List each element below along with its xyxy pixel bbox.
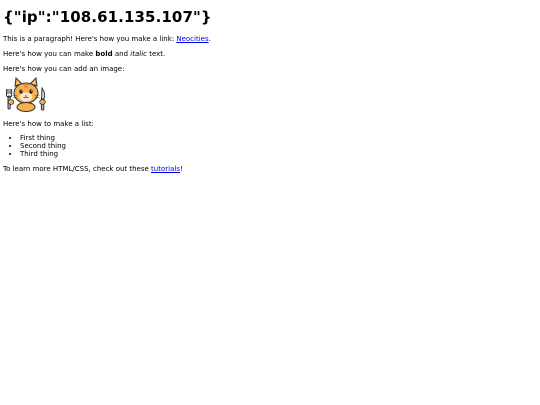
intro-paragraph: This is a paragraph! Here's how you make… [3,35,537,43]
neocities-cat-icon [6,76,46,112]
sample-list: First thing Second thing Third thing [3,134,537,158]
image-intro: Here's how you can add an image: [3,65,125,73]
format-suffix: text. [146,50,166,58]
neocities-link[interactable]: Neocities [176,35,208,43]
outro-text: To learn more HTML/CSS, check out these [3,165,152,173]
bold-text: bold [95,50,113,58]
page-heading: {"ip":"108.61.135.107"} [3,8,212,26]
list-intro: Here's how to make a list: [3,120,94,128]
format-and: and [112,50,131,58]
list-item: Second thing [20,142,537,150]
page-content: {"ip":"108.61.135.107"} This is a paragr… [0,8,540,173]
outro-paragraph: To learn more HTML/CSS, check out these … [3,165,537,173]
list-item: First thing [20,134,537,142]
tutorials-link[interactable]: tutorials [151,165,180,173]
intro-suffix: . [208,35,211,43]
italic-text: italic [130,50,147,58]
outro-suffix: ! [179,165,183,173]
list-item: Third thing [20,150,537,158]
cat-image [4,76,537,116]
intro-text: This is a paragraph! Here's how you make… [3,35,177,43]
format-text: Here's how you can make [3,50,96,58]
format-paragraph: Here's how you can make bold and italic … [3,50,537,58]
